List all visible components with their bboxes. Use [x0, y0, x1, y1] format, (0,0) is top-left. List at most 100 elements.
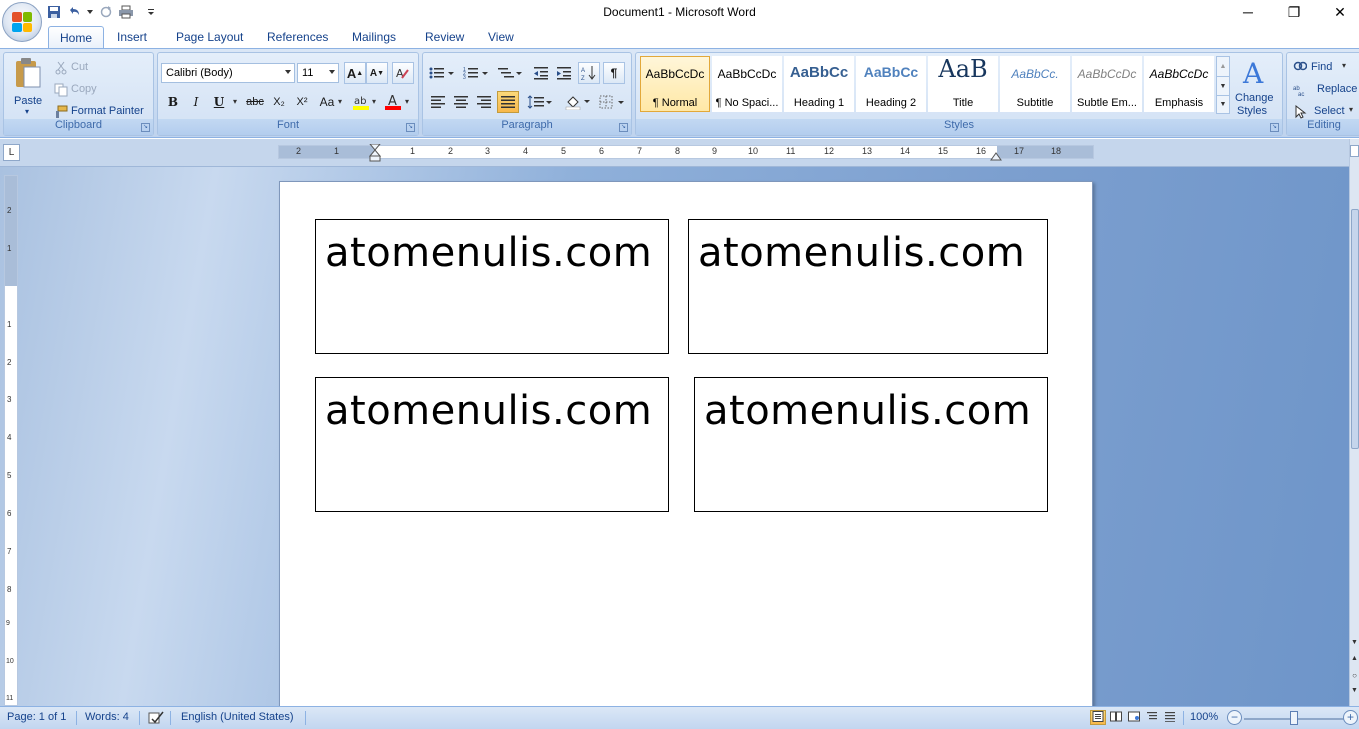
bullets-button[interactable] — [427, 62, 457, 84]
clear-formatting-button[interactable]: A — [392, 62, 414, 84]
indent-marker-icon[interactable] — [369, 144, 381, 162]
tab-mailings[interactable]: Mailings — [352, 30, 396, 44]
sort-button[interactable]: AZ — [578, 62, 600, 84]
superscript-button[interactable]: X² — [291, 91, 313, 113]
font-name-combo[interactable]: Calibri (Body) — [161, 63, 295, 83]
increase-indent-button[interactable] — [553, 62, 575, 84]
gallery-down-icon[interactable]: ▼ — [1217, 76, 1229, 95]
highlight-dropdown-icon[interactable]: ▾ — [372, 97, 376, 106]
font-size-combo[interactable]: 11 — [297, 63, 339, 83]
text-box-content[interactable]: atomenulis.com — [698, 230, 1025, 276]
align-left-button[interactable] — [427, 91, 449, 113]
horizontal-ruler[interactable]: 2 1 1 2 3 4 5 6 7 8 9 10 11 12 13 14 15 … — [278, 144, 1094, 162]
text-box[interactable]: atomenulis.com — [694, 377, 1048, 512]
language-indicator[interactable]: English (United States) — [181, 711, 294, 723]
change-styles-button[interactable]: A Change Styles — [1233, 55, 1281, 117]
next-page-icon[interactable]: ▼ — [1350, 687, 1359, 694]
cut-button[interactable]: Cut — [71, 61, 88, 73]
italic-button[interactable]: I — [185, 91, 207, 113]
line-spacing-button[interactable] — [525, 91, 555, 113]
zoom-out-button[interactable]: − — [1227, 710, 1242, 725]
scroll-down-icon[interactable]: ▼ — [1350, 639, 1359, 646]
underline-button[interactable]: U — [208, 91, 230, 113]
text-box[interactable]: atomenulis.com — [315, 377, 669, 512]
style-heading-1[interactable]: AaBbCc Heading 1 — [784, 56, 854, 112]
minimize-button[interactable]: ─ — [1225, 0, 1271, 24]
find-dropdown-icon[interactable]: ▾ — [1342, 61, 1346, 70]
tab-selector-button[interactable]: L — [3, 144, 20, 161]
show-formatting-button[interactable]: ¶ — [603, 62, 625, 84]
previous-page-icon[interactable]: ▲ — [1350, 655, 1359, 662]
word-count[interactable]: Words: 4 — [85, 711, 129, 723]
subscript-button[interactable]: X₂ — [268, 91, 290, 113]
tab-review[interactable]: Review — [425, 30, 464, 44]
style-heading-2[interactable]: AaBbCc Heading 2 — [856, 56, 926, 112]
multilevel-list-button[interactable] — [495, 62, 525, 84]
tab-references[interactable]: References — [267, 30, 328, 44]
right-indent-marker-icon[interactable] — [990, 149, 1002, 161]
ruler-toggle-icon[interactable] — [1350, 145, 1359, 157]
text-box-content[interactable]: atomenulis.com — [325, 388, 652, 434]
strikethrough-button[interactable]: abc — [244, 91, 266, 113]
page-count[interactable]: Page: 1 of 1 — [7, 711, 66, 723]
text-box[interactable]: atomenulis.com — [688, 219, 1048, 354]
copy-button[interactable]: Copy — [71, 83, 97, 95]
style-subtitle[interactable]: AaBbCc. Subtitle — [1000, 56, 1070, 112]
format-painter-button[interactable]: Format Painter — [71, 105, 144, 117]
draft-view-button[interactable] — [1162, 710, 1178, 725]
select-button[interactable]: Select — [1314, 105, 1345, 117]
replace-button[interactable]: Replace — [1317, 83, 1357, 95]
gallery-more-icon[interactable]: ▼ — [1217, 95, 1229, 113]
decrease-indent-button[interactable] — [530, 62, 552, 84]
tab-page-layout[interactable]: Page Layout — [176, 30, 243, 44]
zoom-slider-thumb[interactable] — [1290, 711, 1298, 725]
bold-button[interactable]: B — [162, 91, 184, 113]
font-color-dropdown-icon[interactable]: ▾ — [405, 97, 409, 106]
document-page[interactable]: atomenulis.com atomenulis.com atomenulis… — [279, 181, 1093, 706]
gallery-up-icon[interactable]: ▲ — [1217, 57, 1229, 76]
style-no-spacing[interactable]: AaBbCcDc ¶ No Spaci... — [712, 56, 782, 112]
grow-font-button[interactable]: A ▲ — [344, 62, 366, 84]
zoom-level[interactable]: 100% — [1190, 711, 1218, 723]
text-box-content[interactable]: atomenulis.com — [325, 230, 652, 276]
styles-launcher-icon[interactable]: ↘ — [1270, 123, 1279, 132]
tab-view[interactable]: View — [488, 30, 514, 44]
close-button[interactable]: ✕ — [1317, 0, 1359, 24]
browse-object-icon[interactable]: ○ — [1350, 671, 1359, 680]
restore-button[interactable]: ❐ — [1271, 0, 1317, 24]
style-subtle-emphasis[interactable]: AaBbCcDc Subtle Em... — [1072, 56, 1142, 112]
outline-view-button[interactable] — [1144, 710, 1160, 725]
underline-dropdown-icon[interactable]: ▾ — [233, 97, 237, 106]
style-title[interactable]: AaB Title — [928, 55, 998, 112]
full-screen-reading-view-button[interactable] — [1108, 710, 1124, 725]
office-button[interactable] — [2, 2, 42, 42]
select-dropdown-icon[interactable]: ▾ — [1349, 105, 1353, 114]
tab-home[interactable]: Home — [48, 26, 105, 49]
vertical-scrollbar[interactable]: ▼ ▲ ○ ▼ — [1349, 139, 1359, 706]
clipboard-launcher-icon[interactable]: ↘ — [141, 123, 150, 132]
paragraph-launcher-icon[interactable]: ↘ — [619, 123, 628, 132]
zoom-in-button[interactable]: + — [1343, 710, 1358, 725]
style-emphasis[interactable]: AaBbCcDc Emphasis — [1144, 56, 1214, 112]
styles-gallery-scroll[interactable]: ▲ ▼ ▼ — [1216, 56, 1230, 114]
web-layout-view-button[interactable] — [1126, 710, 1142, 725]
style-normal[interactable]: AaBbCcDc ¶ Normal — [640, 56, 710, 112]
align-right-button[interactable] — [473, 91, 495, 113]
tab-insert[interactable]: Insert — [117, 30, 147, 44]
vertical-ruler[interactable]: 2 1 1 2 3 4 5 6 7 8 9 10 11 — [4, 175, 18, 706]
align-center-button[interactable] — [450, 91, 472, 113]
font-launcher-icon[interactable]: ↘ — [406, 123, 415, 132]
shading-button[interactable] — [563, 91, 593, 113]
print-layout-view-button[interactable] — [1090, 710, 1106, 725]
change-case-button[interactable]: Aa — [316, 91, 338, 113]
shrink-font-button[interactable]: A ▼ — [366, 62, 388, 84]
borders-button[interactable] — [597, 91, 627, 113]
text-box-content[interactable]: atomenulis.com — [704, 388, 1031, 434]
paste-button[interactable]: Paste ▾ — [8, 55, 48, 117]
highlight-button[interactable]: ab — [350, 91, 372, 113]
scrollbar-thumb[interactable] — [1351, 209, 1359, 449]
change-case-dropdown-icon[interactable]: ▾ — [338, 97, 342, 106]
numbering-button[interactable]: 123 — [461, 62, 491, 84]
find-button[interactable]: Find — [1311, 61, 1332, 73]
font-color-button[interactable]: A — [382, 91, 404, 113]
